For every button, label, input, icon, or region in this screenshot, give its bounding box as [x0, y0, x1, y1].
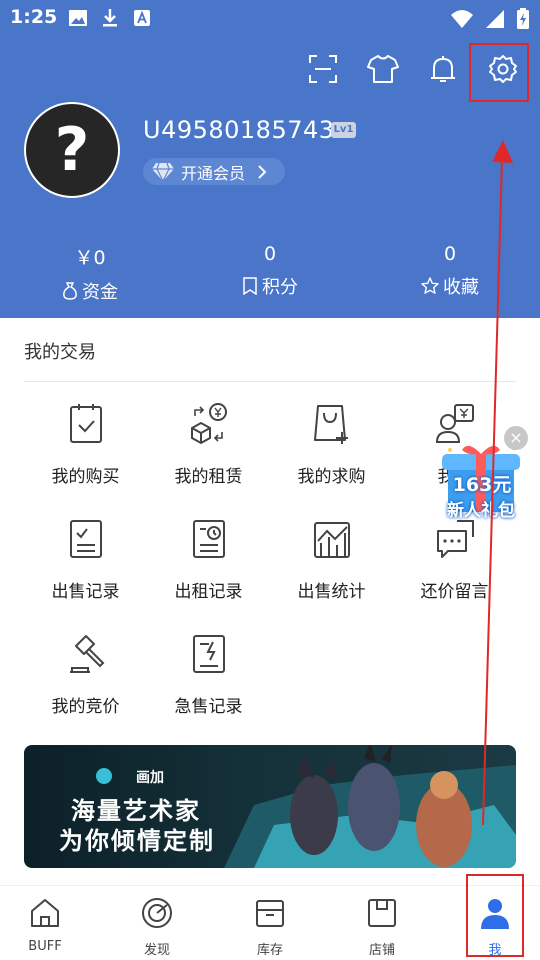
- diamond-icon: [152, 162, 174, 182]
- banner-subheadline: 为你倾情定制: [59, 827, 215, 855]
- bottom-tab-bar: BUFF 发现 库存 店铺 我: [0, 885, 540, 960]
- bell-icon: [431, 56, 455, 82]
- tab-discover[interactable]: 发现: [117, 896, 197, 958]
- grid-item-label: 我的求购: [297, 467, 366, 487]
- grid-item-label: 我的竞价: [51, 697, 120, 717]
- vip-label: 开通会员: [181, 163, 246, 183]
- tab-inventory[interactable]: 库存: [230, 896, 310, 958]
- avatar-placeholder: ?: [54, 115, 90, 185]
- grid-item-sale-records[interactable]: 出售记录: [24, 517, 147, 602]
- sale-record-icon: [69, 520, 102, 558]
- username: U49580185743: [143, 116, 335, 144]
- grid-item-label: 出售记录: [51, 582, 120, 602]
- grid-item-sales-stats[interactable]: 出售统计: [270, 517, 393, 602]
- ticket-icon: [243, 277, 257, 295]
- clipboard-check-icon: [69, 404, 102, 443]
- quick-sale-icon: [192, 635, 225, 673]
- rent-box-icon: [190, 403, 227, 444]
- promo-banner[interactable]: 画加 海量艺术家 为你倾情定制: [24, 745, 516, 868]
- user-yen-icon: [435, 404, 474, 443]
- grid-item-label: 出租记录: [174, 582, 243, 602]
- stat-points[interactable]: 0 积分: [200, 243, 340, 299]
- shopping-bag-plus-icon: [313, 405, 348, 444]
- banner-brand: 画加: [136, 770, 164, 786]
- promo-amount: 163元: [452, 474, 512, 496]
- discover-icon: [142, 898, 172, 928]
- signal-icon: [484, 8, 506, 34]
- battery-icon: [516, 8, 530, 34]
- stat-funds[interactable]: ￥0 资金: [20, 243, 160, 304]
- scan-button[interactable]: [304, 48, 342, 90]
- me-tab-highlight-box: [466, 874, 524, 957]
- points-label: 积分: [262, 277, 298, 298]
- inventory-icon: [256, 900, 284, 927]
- favorites-value: 0: [443, 243, 457, 265]
- status-notification-icons: [68, 8, 152, 28]
- section-title-trades: 我的交易: [24, 342, 96, 363]
- app-a-icon: [132, 8, 152, 28]
- tab-store[interactable]: 店铺: [342, 896, 422, 958]
- tab-buff[interactable]: BUFF: [5, 896, 85, 954]
- store-icon: [368, 899, 396, 927]
- points-value: 0: [263, 243, 277, 265]
- stat-favorites[interactable]: 0 收藏: [380, 243, 520, 299]
- status-bar: 1:25: [0, 0, 540, 38]
- star-icon: [421, 277, 439, 294]
- money-bag-icon: [63, 282, 77, 300]
- gavel-icon: [69, 635, 104, 673]
- level-badge: Lv1: [331, 122, 356, 138]
- notifications-button[interactable]: [424, 48, 462, 90]
- favorites-label: 收藏: [443, 277, 479, 298]
- shirt-icon: [367, 55, 399, 83]
- grid-item-quick-sale-records[interactable]: 急售记录: [147, 632, 270, 717]
- status-time: 1:25: [10, 6, 58, 28]
- chevron-right-icon: [258, 164, 267, 179]
- funds-value: ￥0: [74, 247, 106, 269]
- section-divider: [24, 381, 516, 382]
- close-icon: ×: [509, 428, 523, 447]
- download-icon: [100, 8, 120, 28]
- chart-icon: [313, 522, 350, 558]
- rent-record-icon: [192, 520, 225, 558]
- grid-item-my-bids[interactable]: 我的竞价: [24, 632, 147, 717]
- funds-label: 资金: [82, 282, 118, 303]
- chat-icon: [436, 520, 474, 558]
- vip-membership-button[interactable]: 开通会员: [143, 158, 285, 185]
- promo-close-button[interactable]: ×: [504, 426, 528, 450]
- grid-item-rent-records[interactable]: 出租记录: [147, 517, 270, 602]
- avatar[interactable]: ?: [24, 102, 120, 198]
- home-icon: [31, 899, 59, 927]
- tab-label: 店铺: [368, 943, 395, 958]
- grid-item-my-rentals[interactable]: 我的租赁: [147, 402, 270, 487]
- grid-item-label: 急售记录: [174, 697, 243, 717]
- tab-label: 库存: [256, 943, 283, 958]
- status-system-icons: [450, 8, 530, 34]
- wifi-icon: [450, 8, 474, 34]
- grid-item-label: 我的租赁: [174, 467, 243, 487]
- grid-item-my-wanted[interactable]: 我的求购: [270, 402, 393, 487]
- grid-item-my-purchases[interactable]: 我的购买: [24, 402, 147, 487]
- image-icon: [68, 8, 88, 28]
- settings-highlight-box: [469, 43, 529, 102]
- scan-icon: [309, 55, 337, 83]
- tab-label: BUFF: [28, 939, 62, 954]
- grid-item-counteroffer-messages[interactable]: 还价留言: [393, 517, 516, 602]
- outfit-button[interactable]: [364, 48, 402, 90]
- grid-item-label: 我的购买: [51, 467, 120, 487]
- tab-label: 发现: [143, 943, 170, 958]
- promo-text: 新人礼包: [447, 501, 515, 521]
- account-stats: ￥0 资金 0 积分 0 收藏: [0, 221, 540, 318]
- grid-item-label: 还价留言: [420, 582, 489, 602]
- grid-item-label: 出售统计: [297, 582, 366, 602]
